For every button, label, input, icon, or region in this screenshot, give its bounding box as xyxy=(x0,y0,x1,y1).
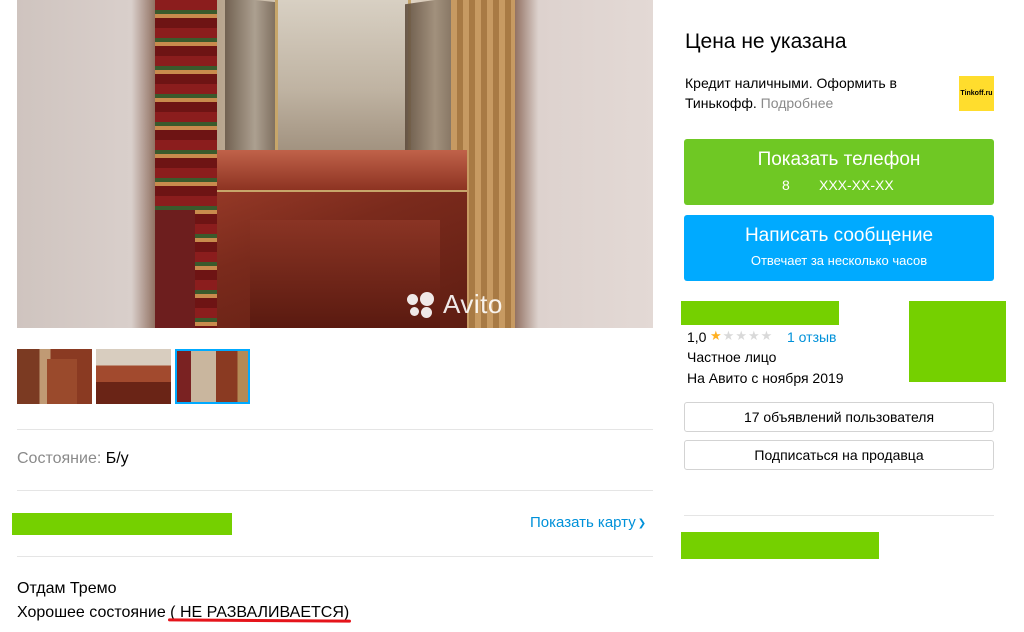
condition-row: Состояние: Б/у xyxy=(17,450,129,468)
seller-since: На Авито с ноября 2019 xyxy=(687,370,844,386)
photo-scene xyxy=(155,0,515,328)
thumbnail-1[interactable] xyxy=(17,349,92,404)
divider xyxy=(17,556,653,557)
credit-more-link[interactable]: Подробнее xyxy=(761,95,834,111)
seller-rating: 1,0 xyxy=(687,329,707,345)
show-map-label: Показать карту xyxy=(530,514,636,531)
divider xyxy=(684,515,994,516)
divider xyxy=(17,429,653,430)
tinkoff-logo-text: Tinkoff.ru xyxy=(960,90,993,97)
subscribe-seller-button[interactable]: Подписаться на продавца xyxy=(684,440,994,470)
show-phone-button[interactable]: Показать телефон 8 XXX-XX-XX xyxy=(684,139,994,205)
watermark-text: Avito xyxy=(443,289,503,319)
main-photo[interactable]: Avito xyxy=(17,0,653,328)
condition-value: Б/у xyxy=(105,450,129,467)
user-ads-button[interactable]: 17 объявлений пользователя xyxy=(684,402,994,432)
tinkoff-logo[interactable]: Tinkoff.ru xyxy=(959,76,994,111)
seller-name-redaction xyxy=(681,301,839,325)
sofa xyxy=(155,210,195,328)
chevron-down-icon: ❯ xyxy=(637,518,647,529)
star-empty-icon: ★ xyxy=(735,328,748,343)
description-line-1: Отдам Тремо xyxy=(17,580,117,597)
star-empty-icon: ★ xyxy=(722,328,736,343)
show-map-link[interactable]: Показать карту ❯ xyxy=(530,514,646,531)
address-redaction xyxy=(12,513,232,535)
reviews-link[interactable]: 1 отзыв xyxy=(787,329,837,345)
star-empty-icon: ★ xyxy=(760,328,774,343)
write-message-button[interactable]: Написать сообщение Отвечает за несколько… xyxy=(684,215,994,281)
location-redaction xyxy=(681,532,879,559)
star-filled-icon: ★ xyxy=(710,328,723,343)
show-phone-label: Показать телефон xyxy=(757,149,921,170)
thumbnail-2[interactable] xyxy=(96,349,171,404)
phone-masked: XXX-XX-XX xyxy=(819,177,894,193)
seller-type: Частное лицо xyxy=(687,349,777,365)
phone-prefix: 8 xyxy=(782,177,790,193)
condition-label: Состояние: xyxy=(17,450,102,467)
price: Цена не указана xyxy=(685,30,847,53)
write-message-label: Написать сообщение xyxy=(744,225,934,246)
seller-avatar-redaction xyxy=(909,301,1006,382)
response-time: Отвечает за несколько часов xyxy=(750,253,928,268)
thumbnail-3-selected[interactable] xyxy=(175,349,250,404)
star-empty-icon: ★ xyxy=(747,328,761,343)
divider xyxy=(17,490,653,491)
credit-offer: Кредит наличными. Оформить в Тинькофф. П… xyxy=(685,73,935,113)
avito-logo-icon xyxy=(407,292,437,318)
dresser-top xyxy=(217,150,467,192)
rating-stars: ★★★★★ xyxy=(710,328,773,344)
